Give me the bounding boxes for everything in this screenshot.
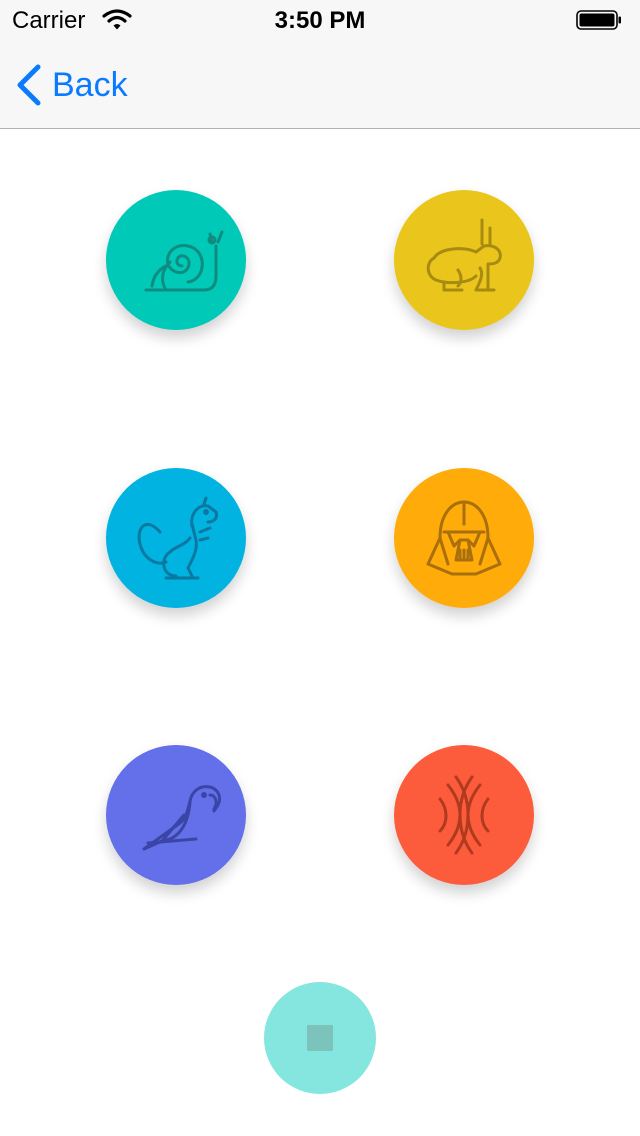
echo-icon <box>438 775 490 855</box>
darth-vader-icon <box>426 500 502 576</box>
status-bar: Carrier 3:50 PM <box>0 0 640 40</box>
squirrel-button[interactable] <box>106 468 246 608</box>
snail-button[interactable] <box>106 190 246 330</box>
stop-icon <box>307 1025 333 1051</box>
rabbit-button[interactable] <box>394 190 534 330</box>
back-button-label: Back <box>52 65 128 104</box>
rabbit-icon <box>426 218 502 292</box>
darth-vader-button[interactable] <box>394 468 534 608</box>
navigation-bar: Back <box>0 40 640 129</box>
squirrel-icon <box>137 496 218 580</box>
stop-button[interactable] <box>264 982 376 1094</box>
echo-button[interactable] <box>394 745 534 885</box>
clock-time: 3:50 PM <box>274 7 366 34</box>
back-button[interactable]: Back <box>14 62 128 108</box>
battery-icon <box>576 10 621 30</box>
parrot-button[interactable] <box>106 745 246 885</box>
chevron-left-icon <box>17 64 41 106</box>
parrot-icon <box>142 785 222 851</box>
snail-icon <box>144 230 224 292</box>
